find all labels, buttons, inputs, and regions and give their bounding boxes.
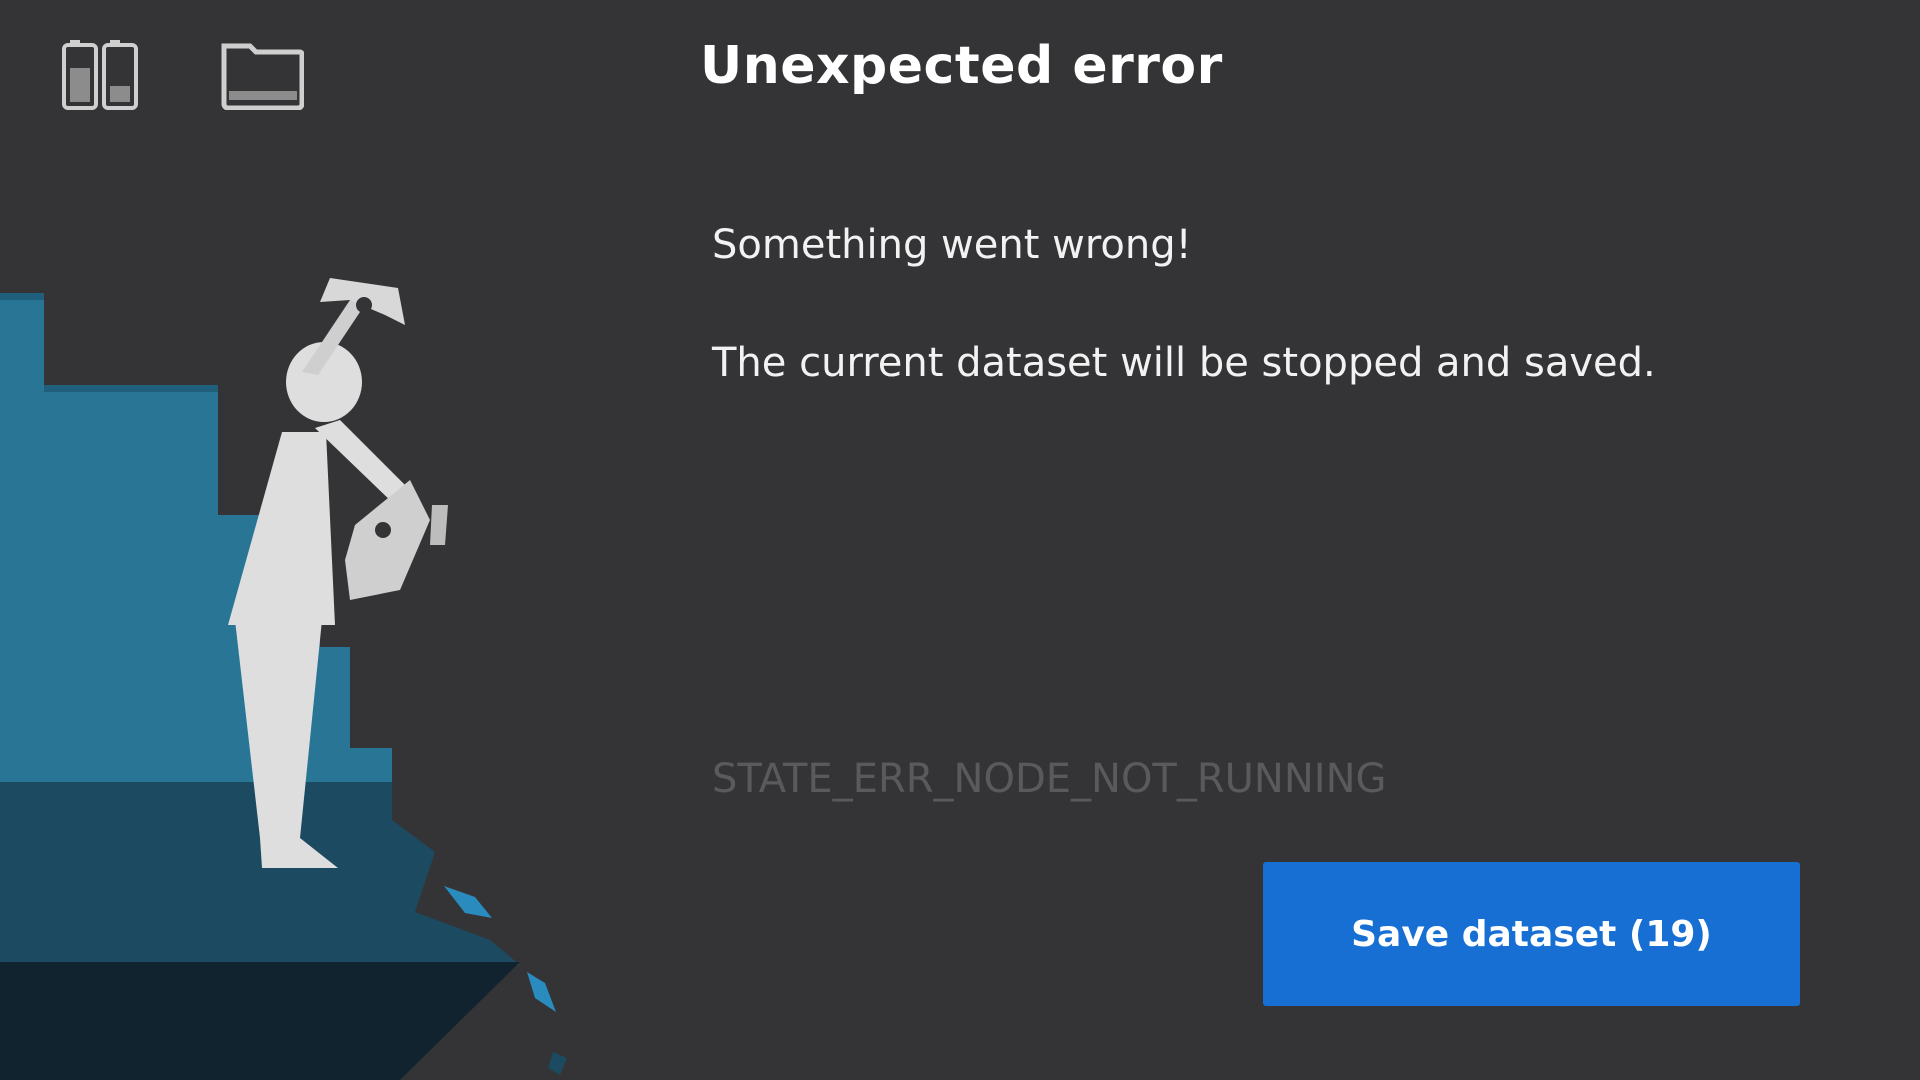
rock-shard <box>548 1052 567 1075</box>
save-dataset-button[interactable]: Save dataset (19) <box>1263 862 1800 1006</box>
rock-shard <box>444 886 492 918</box>
error-message: Something went wrong! <box>712 222 1192 268</box>
error-illustration <box>0 0 600 1080</box>
error-screen: Unexpected error Something went wrong! T… <box>0 0 1920 1080</box>
save-dataset-label: Save dataset (19) <box>1351 913 1712 955</box>
error-description: The current dataset will be stopped and … <box>712 340 1656 386</box>
rock-shard <box>527 972 556 1012</box>
page-title: Unexpected error <box>700 36 1223 96</box>
folder-icon[interactable] <box>220 40 304 110</box>
cliff-bottom-layer <box>0 962 520 1080</box>
batteries-icon[interactable] <box>62 40 140 110</box>
error-code: STATE_ERR_NODE_NOT_RUNNING <box>712 756 1387 802</box>
